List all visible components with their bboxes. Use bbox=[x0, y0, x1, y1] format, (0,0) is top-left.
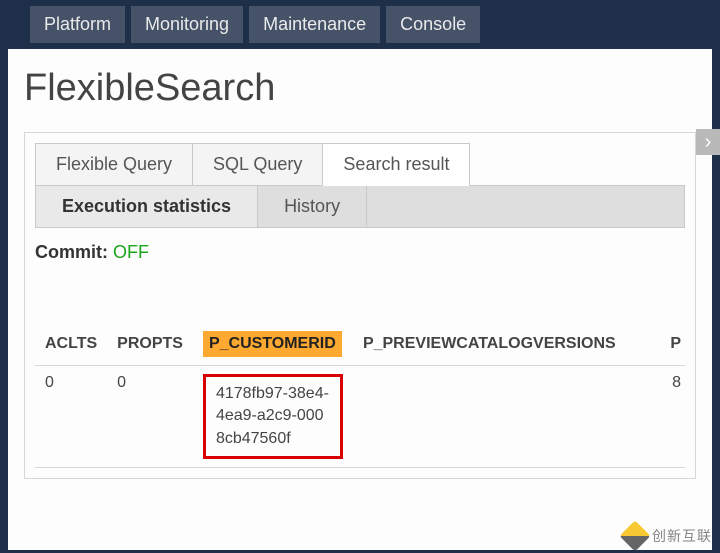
page-title: FlexibleSearch bbox=[24, 67, 696, 110]
subtab-execution-statistics[interactable]: Execution statistics bbox=[36, 186, 258, 227]
col-p-previewcatalogversions: P_PREVIEWCATALOGVERSIONS bbox=[353, 323, 626, 366]
commit-value: OFF bbox=[113, 242, 149, 262]
expand-arrow-button[interactable]: › bbox=[696, 129, 720, 155]
cell-aclts: 0 bbox=[35, 366, 107, 468]
search-panel: Flexible Query SQL Query Search result E… bbox=[24, 132, 696, 479]
col-p: P bbox=[626, 323, 685, 366]
col-propts: PROPTS bbox=[107, 323, 193, 366]
cell-propts: 0 bbox=[107, 366, 193, 468]
content-area: › FlexibleSearch Flexible Query SQL Quer… bbox=[8, 49, 712, 550]
cell-p-customerid: 4178fb97-38e4-4ea9-a2c9-0008cb47560f bbox=[193, 366, 353, 468]
sub-tab-row: Execution statistics History bbox=[35, 185, 685, 228]
tab-search-result[interactable]: Search result bbox=[322, 143, 470, 186]
tab-flexible-query[interactable]: Flexible Query bbox=[35, 143, 193, 186]
table-header-row: ACLTS PROPTS P_CUSTOMERID P_PREVIEWCATAL… bbox=[35, 323, 685, 366]
subtab-history[interactable]: History bbox=[258, 186, 367, 227]
nav-platform[interactable]: Platform bbox=[30, 6, 125, 43]
top-tab-row: Flexible Query SQL Query Search result bbox=[35, 143, 685, 186]
tab-sql-query[interactable]: SQL Query bbox=[192, 143, 323, 186]
top-navigation: Platform Monitoring Maintenance Console bbox=[0, 0, 720, 49]
cell-p: 8 bbox=[626, 366, 685, 468]
nav-console[interactable]: Console bbox=[386, 6, 480, 43]
col-p-customerid-highlight: P_CUSTOMERID bbox=[203, 331, 342, 357]
nav-monitoring[interactable]: Monitoring bbox=[131, 6, 243, 43]
cell-p-customerid-highlight: 4178fb97-38e4-4ea9-a2c9-0008cb47560f bbox=[203, 374, 343, 459]
col-p-customerid: P_CUSTOMERID bbox=[193, 323, 353, 366]
commit-label: Commit: bbox=[35, 242, 108, 262]
nav-maintenance[interactable]: Maintenance bbox=[249, 6, 380, 43]
cell-p-previewcatalogversions bbox=[353, 366, 626, 468]
table-row: 0 0 4178fb97-38e4-4ea9-a2c9-0008cb47560f… bbox=[35, 366, 685, 468]
col-aclts: ACLTS bbox=[35, 323, 107, 366]
results-table: ACLTS PROPTS P_CUSTOMERID P_PREVIEWCATAL… bbox=[35, 323, 685, 468]
commit-status: Commit: OFF bbox=[35, 242, 685, 263]
